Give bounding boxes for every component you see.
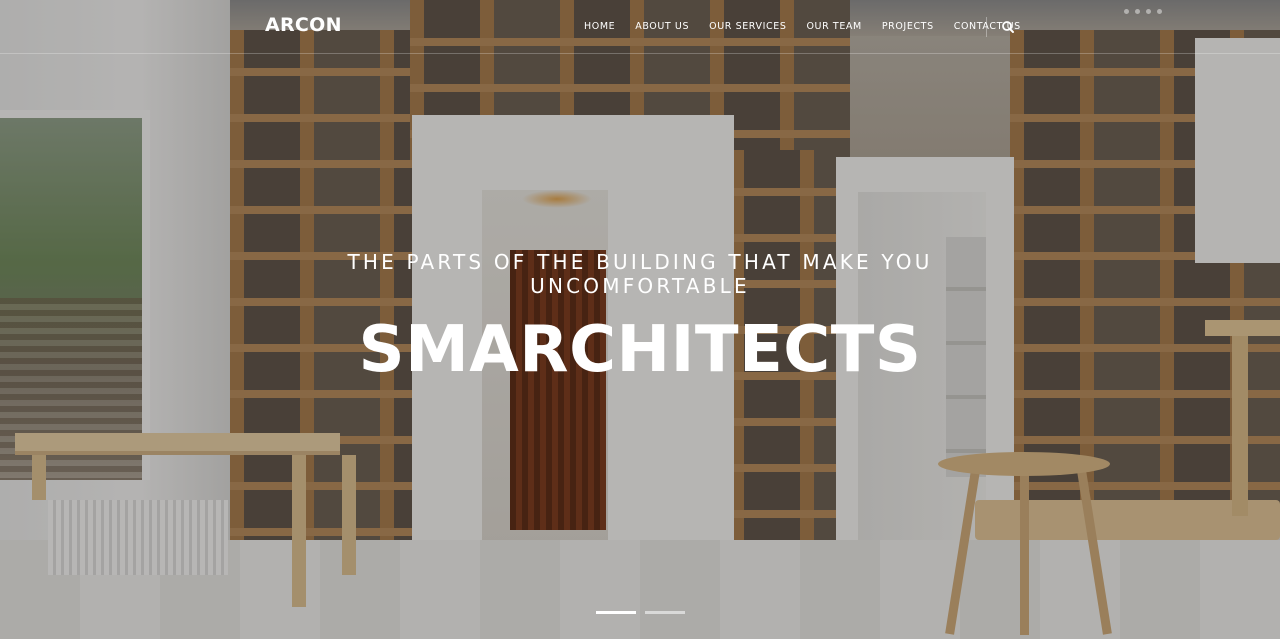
social-icon[interactable] xyxy=(1157,9,1162,14)
social-icon[interactable] xyxy=(1135,9,1140,14)
search-button[interactable] xyxy=(1000,19,1016,35)
search-icon xyxy=(1002,21,1014,33)
nav-item-our-services[interactable]: OUR SERVICES xyxy=(699,19,796,35)
hero-subtitle: THE PARTS OF THE BUILDING THAT MAKE YOU … xyxy=(347,250,933,298)
social-icon[interactable] xyxy=(1146,9,1151,14)
social-links xyxy=(1124,9,1162,14)
nav-item-our-team[interactable]: OUR TEAM xyxy=(796,19,871,35)
site-header: ARCON HOME ABOUT US OUR SERVICES OUR TEA… xyxy=(0,0,1280,54)
nav-item-contact-us[interactable]: CONTACT US xyxy=(944,19,1031,35)
nav-item-home[interactable]: HOME xyxy=(574,19,625,35)
hero-title: SMARCHITECTS xyxy=(358,313,922,387)
hero-slider: ARCON HOME ABOUT US OUR SERVICES OUR TEA… xyxy=(0,0,1280,639)
nav-item-about-us[interactable]: ABOUT US xyxy=(625,19,699,35)
slider-dot-2[interactable] xyxy=(645,611,685,614)
nav-divider xyxy=(986,17,987,37)
slider-dot-1[interactable] xyxy=(596,611,636,614)
nav-item-projects[interactable]: PROJECTS xyxy=(872,19,944,35)
hero-caption: THE PARTS OF THE BUILDING THAT MAKE YOU … xyxy=(0,250,1280,388)
slider-pagination xyxy=(596,611,685,614)
main-nav: HOME ABOUT US OUR SERVICES OUR TEAM PROJ… xyxy=(574,19,1031,35)
social-icon[interactable] xyxy=(1124,9,1129,14)
logo[interactable]: ARCON xyxy=(265,14,342,36)
